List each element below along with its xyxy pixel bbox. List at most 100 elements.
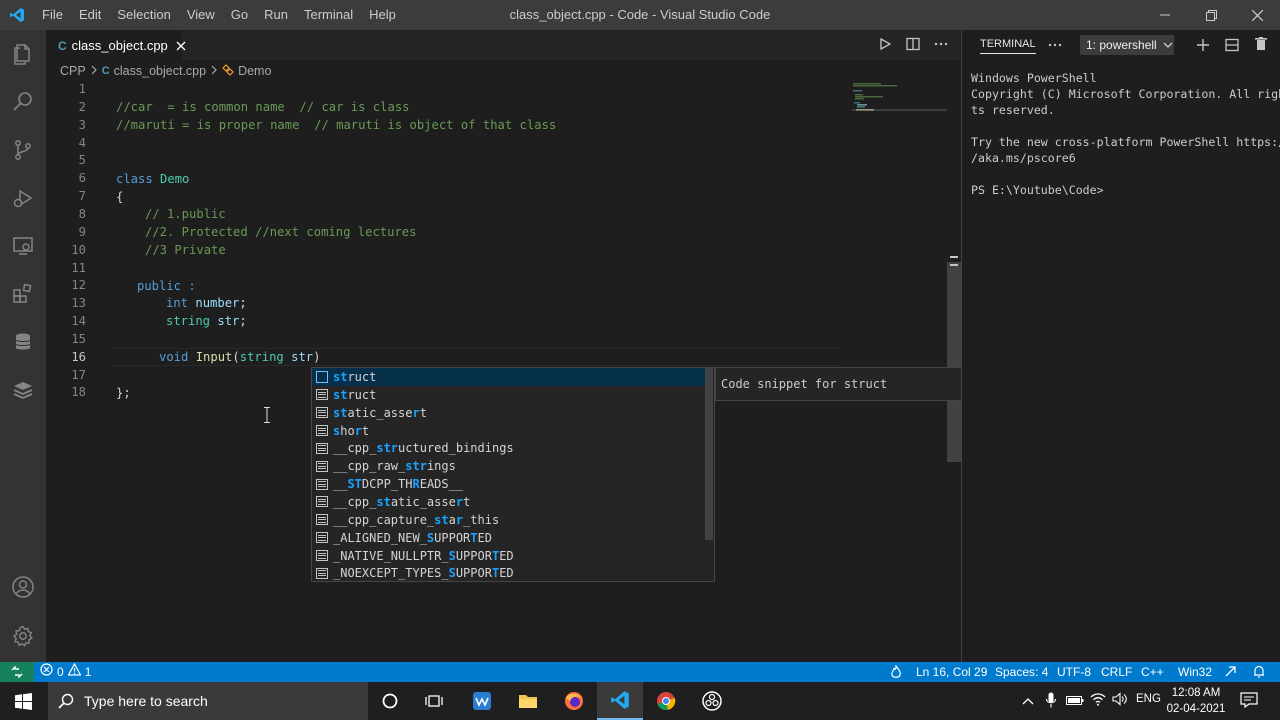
menu-selection[interactable]: Selection (109, 0, 178, 30)
terminal-selector[interactable]: 1: powershell (1080, 35, 1174, 55)
suggestion-item[interactable]: __cpp_capture_star_this (312, 511, 706, 529)
input-language[interactable]: ENG (1136, 693, 1161, 705)
restore-icon[interactable] (1188, 0, 1234, 30)
drag-handle-icon[interactable] (950, 256, 958, 266)
menu-terminal[interactable]: Terminal (296, 0, 361, 30)
line-number: 6 (78, 171, 86, 186)
chrome-icon[interactable] (643, 682, 689, 720)
account-icon[interactable] (0, 563, 46, 611)
battery-icon[interactable] (1066, 694, 1084, 709)
suggestion-item[interactable]: __cpp_static_assert (312, 493, 706, 511)
error-count: 0 (57, 665, 64, 679)
new-terminal-icon[interactable] (1196, 38, 1210, 55)
close-window-icon[interactable] (1234, 0, 1280, 30)
menu-run[interactable]: Run (256, 0, 296, 30)
file-explorer-icon[interactable] (505, 682, 551, 720)
suggestion-item[interactable]: __cpp_raw_strings (312, 457, 706, 475)
show-hidden-icons-chevron-up-icon[interactable] (1022, 694, 1034, 709)
remote-explorer-icon[interactable] (0, 222, 46, 270)
keyword-icon (316, 567, 328, 579)
breadcrumb-file[interactable]: class_object.cpp (114, 64, 206, 78)
minimap[interactable] (852, 82, 947, 122)
tab-class-object-cpp[interactable]: C class_object.cpp (46, 30, 186, 60)
task-view-icon[interactable] (411, 682, 457, 720)
menu-edit[interactable]: Edit (71, 0, 109, 30)
microphone-icon[interactable] (1045, 692, 1057, 711)
error-icon (40, 662, 53, 682)
line-number: 16 (71, 349, 86, 364)
trash-icon[interactable] (1255, 37, 1267, 54)
suggestion-item[interactable]: short (312, 422, 706, 440)
platform-config[interactable]: Win32 (1178, 662, 1212, 682)
code-line-2: //car = is common name // car is class (116, 100, 410, 114)
flame-icon[interactable] (890, 662, 902, 682)
split-terminal-icon[interactable] (1225, 38, 1239, 55)
suggestion-item[interactable]: _NOEXCEPT_TYPES_SUPPORTED (312, 564, 706, 582)
vscode-taskbar-icon[interactable] (597, 682, 643, 720)
suggestion-label: static_assert (333, 405, 427, 420)
menu-help[interactable]: Help (361, 0, 404, 30)
extensions-icon[interactable] (0, 270, 46, 318)
code-line-18: }; (116, 386, 131, 400)
notifications-bell-icon[interactable] (1253, 662, 1265, 682)
close-tab-icon[interactable] (176, 38, 186, 54)
menu-go[interactable]: Go (223, 0, 256, 30)
suggestions-scrollbar-thumb[interactable] (705, 368, 713, 540)
terminal-output[interactable]: Windows PowerShell Copyright (C) Microso… (971, 70, 1280, 198)
taskbar-search-box[interactable]: Type here to search (48, 682, 368, 720)
line-number: 4 (78, 135, 86, 150)
gear-icon[interactable] (0, 612, 46, 660)
code-line-13: int number; (166, 296, 247, 310)
encoding[interactable]: UTF-8 (1057, 662, 1091, 682)
scrollbar-thumb[interactable] (947, 262, 961, 462)
end-of-line[interactable]: CRLF (1101, 662, 1132, 682)
minimize-icon[interactable] (1142, 0, 1188, 30)
suggestion-item[interactable]: static_assert (312, 404, 706, 422)
tab-terminal[interactable]: TERMINAL (980, 38, 1036, 54)
suggestion-label: struct (333, 370, 377, 384)
suggestion-item[interactable]: struct (312, 368, 706, 386)
more-icon[interactable] (1048, 38, 1062, 55)
run-debug-icon[interactable] (0, 174, 46, 222)
remote-indicator-icon[interactable] (0, 662, 34, 682)
suggestion-item[interactable]: __STDCPP_THREADS__ (312, 475, 706, 493)
suggestion-item[interactable]: _ALIGNED_NEW_SUPPORTED (312, 529, 706, 547)
suggestion-item[interactable]: _NATIVE_NULLPTR_SUPPORTED (312, 547, 706, 565)
menu-view[interactable]: View (179, 0, 223, 30)
source-control-icon[interactable] (0, 126, 46, 174)
explorer-icon[interactable] (0, 30, 46, 78)
suggestion-label: _ALIGNED_NEW_SUPPORTED (333, 530, 492, 545)
code-line-6: class Demo (116, 172, 190, 186)
system-clock[interactable]: 12:08 AM 02-04-2021 (1166, 685, 1226, 717)
autocomplete-suggestions[interactable]: struct struct static_assert short __cpp_stru… (311, 367, 715, 582)
breadcrumb-symbol[interactable]: Demo (238, 64, 271, 78)
feedback-icon[interactable] (1224, 662, 1237, 682)
line-number: 3 (78, 117, 86, 132)
search-icon[interactable] (0, 78, 46, 126)
language-mode[interactable]: C++ (1141, 662, 1164, 682)
suggestion-item[interactable]: struct (312, 386, 706, 404)
tab-label: class_object.cpp (71, 38, 168, 53)
problems-indicator[interactable]: 0 1 (40, 662, 91, 682)
whiteboard-app-icon[interactable] (459, 682, 505, 720)
volume-icon[interactable] (1112, 692, 1128, 709)
wifi-icon[interactable] (1090, 692, 1106, 709)
suggestion-item[interactable]: __cpp_structured_bindings (312, 439, 706, 457)
firefox-icon[interactable] (551, 682, 597, 720)
menu-file[interactable]: File (34, 0, 71, 30)
action-center-icon[interactable] (1240, 692, 1258, 711)
more-actions-icon[interactable] (934, 37, 948, 54)
cursor-position[interactable]: Ln 16, Col 29 (916, 662, 987, 682)
windows-start-icon[interactable] (0, 682, 46, 720)
layers-icon[interactable] (0, 366, 46, 414)
run-code-icon[interactable] (878, 37, 892, 54)
indentation[interactable]: Spaces: 4 (995, 662, 1048, 682)
cortana-icon[interactable] (367, 682, 413, 720)
breadcrumb-folder[interactable]: CPP (60, 64, 86, 78)
obs-studio-icon[interactable] (689, 682, 735, 720)
database-icon[interactable] (0, 318, 46, 366)
split-editor-icon[interactable] (906, 37, 920, 54)
line-number: 8 (78, 206, 86, 221)
line-number: 18 (71, 385, 86, 400)
cpp-file-icon: C (58, 38, 67, 53)
